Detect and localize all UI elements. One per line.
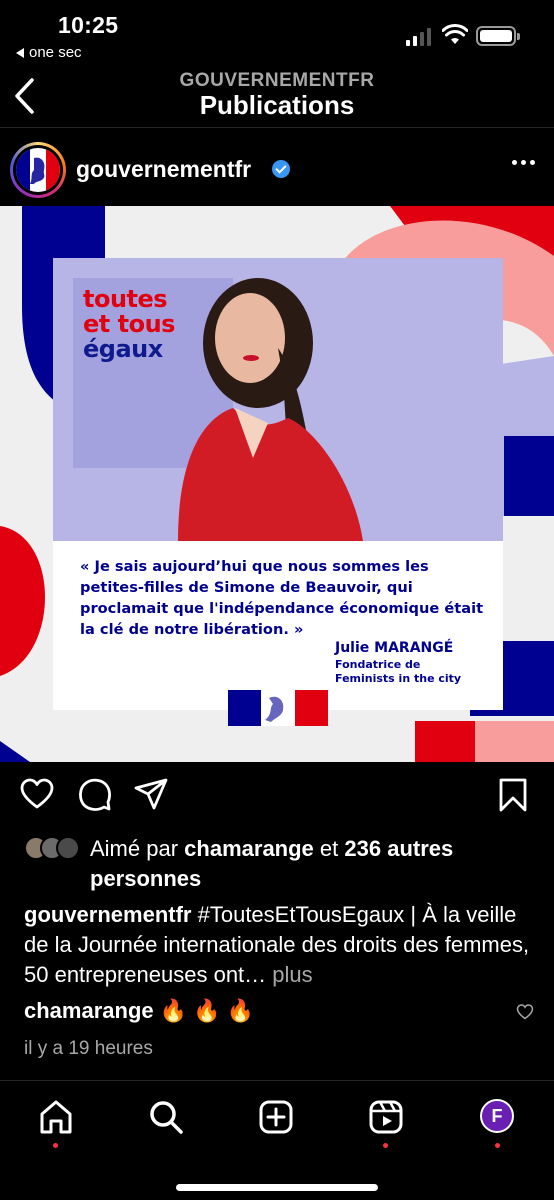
reels-notification-dot — [383, 1143, 388, 1148]
post-timestamp: il y a 19 heures — [24, 1038, 153, 1059]
profile-tab-avatar[interactable]: F — [480, 1099, 514, 1133]
home-icon[interactable] — [38, 1099, 74, 1135]
avatar[interactable] — [10, 142, 66, 198]
comment-text: 🔥 🔥 🔥 — [159, 998, 255, 1023]
comment-like-heart-icon[interactable] — [516, 1004, 534, 1020]
cellular-signal-icon — [406, 28, 431, 46]
like-heart-icon[interactable] — [20, 778, 54, 810]
page-title: Publications — [199, 90, 355, 120]
post-caption: gouvernementfr #ToutesEtTousEgaux | À la… — [24, 900, 534, 990]
more-options-icon[interactable] — [512, 160, 535, 165]
home-notification-dot — [53, 1143, 58, 1148]
search-icon[interactable] — [148, 1099, 184, 1135]
caption-more-link[interactable]: plus — [272, 962, 312, 987]
liker-username[interactable]: chamarange — [184, 836, 314, 861]
campaign-logo: toutes et tous égaux — [83, 285, 175, 363]
battery-icon — [476, 26, 520, 46]
verified-badge-icon — [272, 160, 290, 178]
quote-author-name: Julie MARANGÉ — [335, 640, 454, 656]
quote-author-role: Fondatrice de Feminists in the city — [335, 658, 462, 685]
caption-username[interactable]: gouvernementfr — [24, 902, 191, 927]
status-time: 10:25 — [58, 12, 119, 38]
profile-notification-dot — [495, 1143, 500, 1148]
republique-francaise-logo-icon — [228, 690, 328, 726]
home-indicator — [176, 1184, 378, 1191]
comment-preview: chamarange 🔥 🔥 🔥 — [24, 996, 524, 1026]
likes-middle: et — [319, 836, 339, 861]
likes-prefix: Aimé par — [90, 836, 179, 861]
back-to-app-link[interactable]: one sec — [16, 44, 82, 61]
quote-text: « Je sais aujourd’hui que nous sommes le… — [80, 558, 484, 638]
liker-avatars — [24, 836, 80, 860]
post-author-username[interactable]: gouvernementfr — [76, 156, 251, 183]
save-bookmark-icon[interactable] — [498, 778, 528, 812]
wifi-icon — [442, 24, 468, 44]
back-app-label: one sec — [29, 44, 82, 61]
post-author-row: gouvernementfr — [0, 130, 554, 206]
create-post-icon[interactable] — [258, 1099, 294, 1135]
likes-summary[interactable]: Aimé par chamarange et 236 autres person… — [24, 834, 534, 894]
reels-icon[interactable] — [368, 1099, 404, 1135]
status-bar: 10:25 one sec — [0, 0, 554, 70]
bottom-tab-bar: F — [0, 1080, 554, 1200]
post-image[interactable]: toutes et tous égaux « Je sais aujourd’h… — [0, 206, 554, 762]
post-actions-bar — [0, 772, 554, 820]
comment-bubble-icon[interactable] — [78, 778, 112, 812]
comment-username[interactable]: chamarange — [24, 998, 154, 1023]
marianne-logo-icon — [16, 148, 60, 192]
back-triangle-icon — [16, 47, 24, 58]
header-account-name: GOUVERNEMENTFR — [179, 70, 375, 91]
share-send-icon[interactable] — [134, 778, 168, 810]
page-header: GOUVERNEMENTFR Publications — [0, 66, 554, 128]
